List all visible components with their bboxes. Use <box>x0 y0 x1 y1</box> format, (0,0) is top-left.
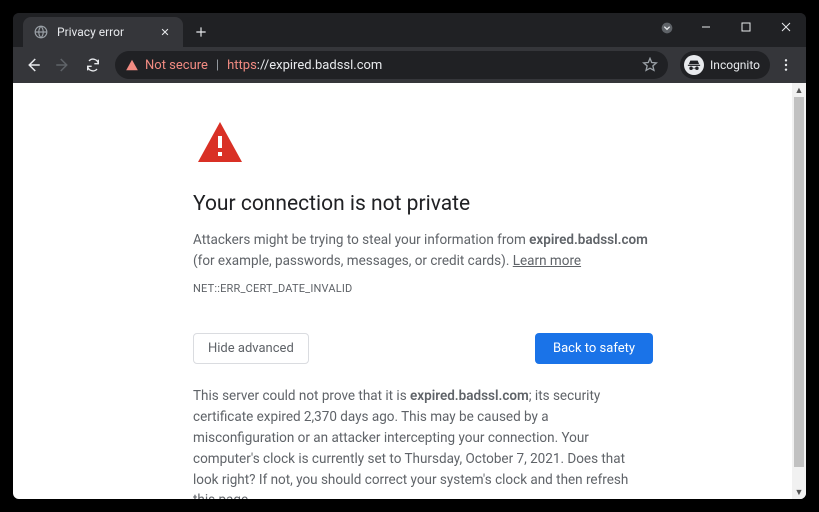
browser-tab[interactable]: Privacy error <box>23 17 183 47</box>
ssl-error-interstitial: Your connection is not private Attackers… <box>193 118 653 499</box>
reload-button[interactable] <box>79 51 107 79</box>
security-chip[interactable]: Not secure <box>125 58 208 73</box>
button-row: Hide advanced Back to safety <box>193 333 653 364</box>
maximize-button[interactable] <box>726 13 766 41</box>
not-secure-label: Not secure <box>145 58 208 73</box>
warning-triangle-icon <box>125 58 139 72</box>
scroll-up-icon[interactable]: ▲ <box>792 83 806 97</box>
minimize-button[interactable] <box>686 13 726 41</box>
browser-window: Privacy error <box>13 13 806 499</box>
incognito-label: Incognito <box>710 58 760 72</box>
window-controls <box>654 13 806 47</box>
bookmark-star-icon[interactable] <box>642 57 658 73</box>
forward-button[interactable] <box>49 51 77 79</box>
close-window-button[interactable] <box>766 13 806 41</box>
scroll-thumb[interactable] <box>794 97 804 467</box>
separator: | <box>216 58 219 73</box>
tab-actions-icon[interactable] <box>654 15 680 41</box>
content-area: ▲ ▼ Your connection is not private Attac… <box>13 83 806 499</box>
globe-icon <box>33 24 49 40</box>
scrollbar[interactable]: ▲ ▼ <box>792 83 806 499</box>
address-bar[interactable]: Not secure | https://expired.badssl.com <box>115 51 668 79</box>
scroll-down-icon[interactable]: ▼ <box>792 485 806 499</box>
error-heading: Your connection is not private <box>193 192 653 216</box>
learn-more-link[interactable]: Learn more <box>513 253 581 269</box>
hide-advanced-button[interactable]: Hide advanced <box>193 333 309 364</box>
title-bar: Privacy error <box>13 13 806 47</box>
incognito-chip[interactable]: Incognito <box>680 51 770 79</box>
url-text: https://expired.badssl.com <box>227 58 382 73</box>
toolbar: Not secure | https://expired.badssl.com … <box>13 47 806 83</box>
new-tab-button[interactable] <box>187 18 215 46</box>
advanced-details: This server could not prove that it is e… <box>193 386 653 499</box>
kebab-menu-icon[interactable] <box>772 51 800 79</box>
error-body: Attackers might be trying to steal your … <box>193 230 653 272</box>
error-code: NET::ERR_CERT_DATE_INVALID <box>193 282 653 295</box>
back-button[interactable] <box>19 51 47 79</box>
back-to-safety-button[interactable]: Back to safety <box>535 333 653 364</box>
tab-title: Privacy error <box>57 25 149 39</box>
incognito-icon <box>684 55 704 75</box>
warning-triangle-icon <box>193 118 653 170</box>
tab-close-icon[interactable] <box>157 24 173 40</box>
